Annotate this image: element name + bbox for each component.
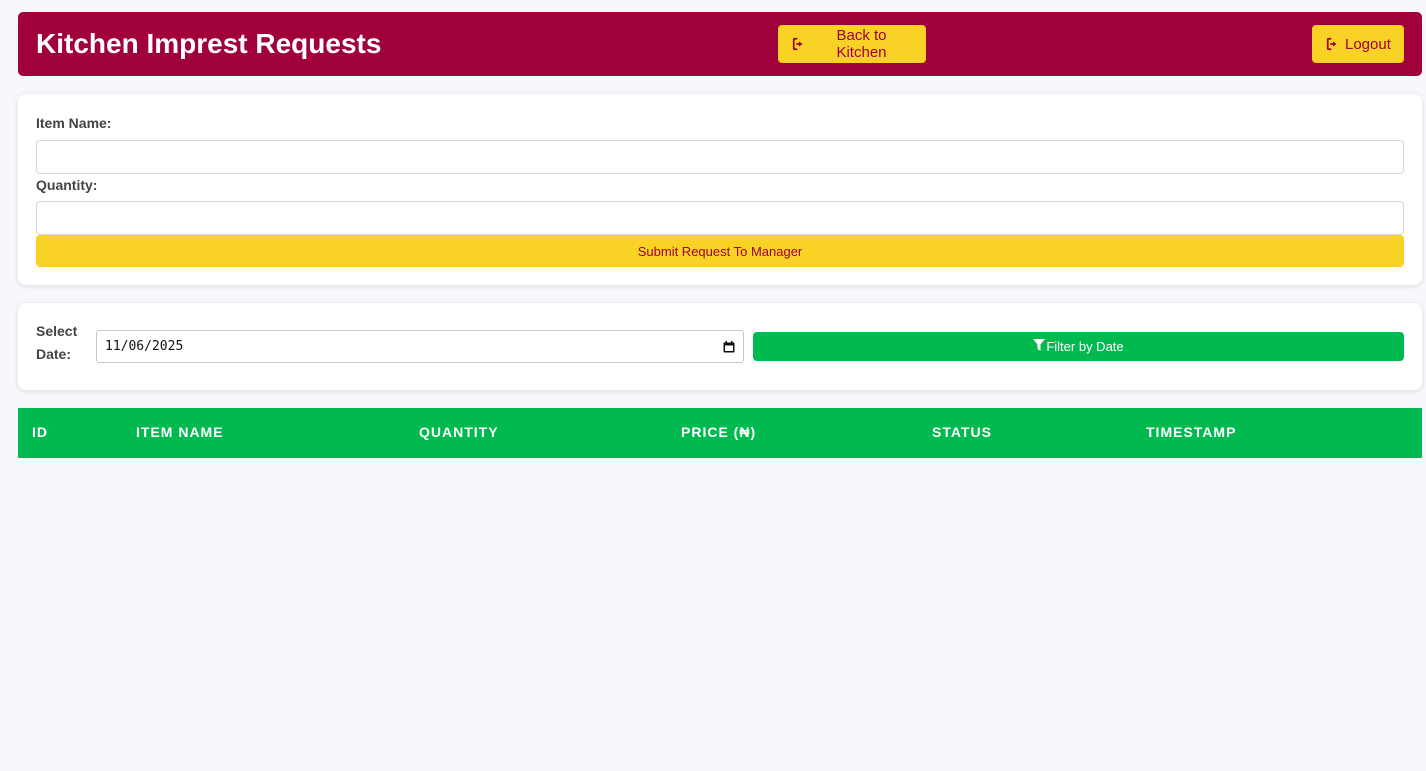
item-name-input[interactable] xyxy=(36,140,1404,174)
item-name-label: Item Name: xyxy=(36,115,112,131)
filter-by-date-label: Filter by Date xyxy=(1046,339,1124,354)
back-to-kitchen-label: Back to Kitchen xyxy=(836,27,887,61)
back-to-kitchen-button[interactable]: Back to Kitchen xyxy=(778,25,926,63)
column-header-status: STATUS xyxy=(932,424,992,440)
calendar-icon[interactable] xyxy=(723,340,735,353)
logout-label: Logout xyxy=(1345,35,1391,53)
date-input[interactable]: 11/06/2025 xyxy=(96,330,744,363)
date-value: 11/06/2025 xyxy=(105,339,184,354)
select-date-label: Select Date: xyxy=(36,323,78,362)
quantity-input[interactable] xyxy=(36,201,1404,235)
sign-out-icon xyxy=(1326,37,1340,51)
app-header: Kitchen Imprest Requests Back to Kitchen… xyxy=(18,12,1422,76)
filter-icon xyxy=(1033,339,1046,354)
column-header-timestamp: TIMESTAMP xyxy=(1146,424,1237,440)
requests-table-header: ID ITEM NAME QUANTITY PRICE (₦) STATUS T… xyxy=(18,408,1422,458)
quantity-label: Quantity: xyxy=(36,177,98,193)
column-header-quantity: QUANTITY xyxy=(419,424,499,440)
request-form-card: Item Name: Quantity: Submit Request To M… xyxy=(18,94,1422,285)
column-header-id: ID xyxy=(32,424,48,440)
page-title: Kitchen Imprest Requests xyxy=(36,28,382,59)
column-header-price: PRICE (₦) xyxy=(681,424,757,440)
filter-by-date-button[interactable]: Filter by Date xyxy=(753,332,1404,361)
column-header-item-name: ITEM NAME xyxy=(136,424,224,440)
sign-out-icon xyxy=(792,37,806,51)
submit-request-button[interactable]: Submit Request To Manager xyxy=(36,235,1404,267)
date-filter-card: Select Date: 11/06/2025 Filter by Date xyxy=(18,303,1422,390)
logout-button[interactable]: Logout xyxy=(1312,25,1404,63)
